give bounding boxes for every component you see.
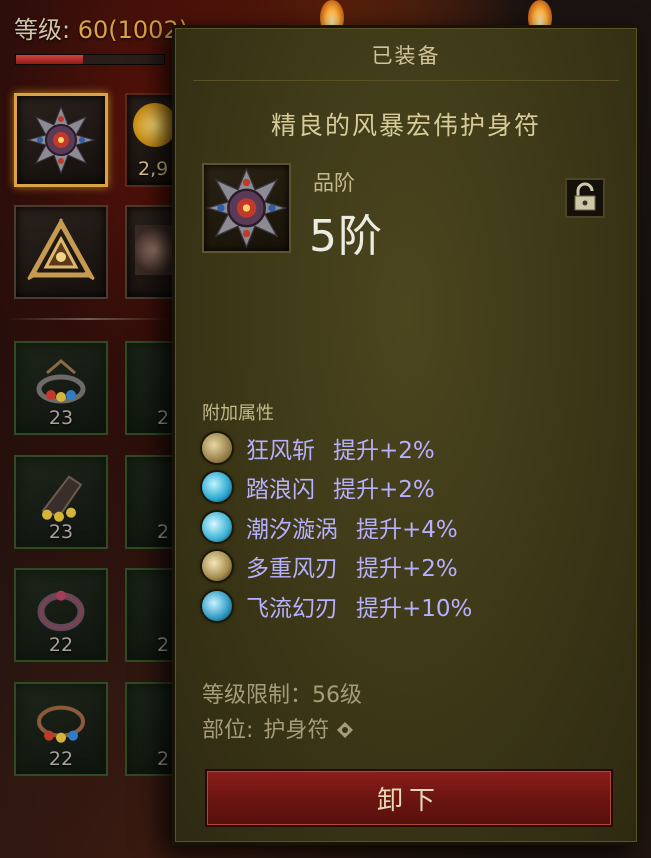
ring-slot[interactable]: 22 — [14, 568, 108, 662]
attribute-name: 多重风刃 — [246, 556, 338, 583]
equipped-header: 已装备 — [371, 44, 441, 68]
currency-amount: 2,9 — [138, 158, 169, 180]
attribute-row: 踏浪闪 提升+2% — [202, 468, 472, 508]
unlock-icon — [574, 182, 596, 211]
slot-level: 23 — [48, 407, 74, 429]
phantom-blade-icon — [202, 590, 232, 621]
level-value: 60 — [77, 16, 109, 44]
attribute-value: 提升+2% — [333, 437, 435, 464]
bracer-icon — [41, 475, 83, 522]
attribute-name: 飞流幻刃 — [246, 595, 338, 622]
emblem-slot[interactable] — [14, 205, 108, 299]
relic-icon — [135, 225, 175, 275]
bracer-slot[interactable]: 23 — [14, 455, 108, 549]
attributes-header: 附加属性 — [202, 403, 274, 424]
attribute-row: 潮汐漩涡 提升+4% — [202, 507, 472, 547]
unequip-button[interactable]: 卸下 — [205, 769, 613, 827]
multi-wind-blade-icon — [202, 551, 232, 582]
gust-slash-icon — [202, 432, 232, 463]
lock-toggle-button[interactable] — [565, 178, 605, 218]
attribute-value: 提升+2% — [356, 556, 458, 583]
slot-type-label: 部位: — [202, 718, 254, 743]
attribute-value: 提升+10% — [356, 595, 473, 622]
attribute-name: 潮汐漩涡 — [246, 516, 338, 543]
amulet-icon — [205, 167, 288, 249]
attribute-row: 狂风斩 提升+2% — [202, 428, 472, 468]
gem-necklace-slot[interactable]: 22 — [14, 682, 108, 776]
item-icon-frame — [202, 163, 291, 253]
attribute-row: 飞流幻刃 提升+10% — [202, 586, 472, 626]
attribute-name: 踏浪闪 — [246, 477, 315, 504]
tidal-vortex-icon — [202, 511, 232, 542]
gem-ring-icon — [36, 359, 86, 404]
item-tooltip: 已装备 精良的风暴宏伟护身符 品阶 5阶 附加属性 狂风斩 提升+2% 踏浪闪 … — [172, 25, 640, 845]
slot-type-value: 护身符 — [263, 718, 330, 743]
gem-necklace-icon — [37, 705, 85, 743]
amulet-slot[interactable] — [14, 93, 108, 187]
slot-level: 22 — [48, 634, 74, 656]
character-level: 等级: 60(1002) — [14, 10, 188, 45]
slot-level: 23 — [48, 521, 74, 543]
attribute-value: 提升+2% — [333, 477, 435, 504]
inventory-divider — [8, 318, 168, 320]
attribute-list: 狂风斩 提升+2% 踏浪闪 提升+2% 潮汐漩涡 提升+4% 多重风刃 提升+2… — [202, 428, 472, 626]
gold-coin-icon — [133, 103, 177, 147]
gem-ring-slot[interactable]: 23 — [14, 341, 108, 435]
grade-label: 品阶 — [313, 171, 355, 195]
attribute-row: 多重风刃 提升+2% — [202, 547, 472, 587]
slot-level: 22 — [48, 748, 74, 770]
ring-icon — [37, 590, 85, 632]
wave-dash-icon — [202, 472, 232, 503]
attribute-name: 狂风斩 — [246, 437, 315, 464]
level-req-label: 等级限制： — [202, 683, 313, 708]
level-label: 等级: — [14, 16, 78, 44]
level-req-value: 56级 — [312, 683, 363, 708]
experience-bar — [15, 54, 165, 65]
header-divider — [193, 80, 619, 81]
level-requirement: 等级限制：56级 — [202, 677, 362, 709]
experience-fill — [16, 55, 83, 64]
triangle-emblem-icon — [27, 217, 95, 281]
slot-type: 部位: 护身符 — [202, 712, 354, 744]
amulet-slot-icon — [337, 722, 354, 738]
item-name: 精良的风暴宏伟护身符 — [270, 111, 541, 140]
amulet-icon — [26, 105, 96, 175]
attribute-value: 提升+4% — [356, 516, 458, 543]
grade-value: 5阶 — [309, 211, 383, 262]
